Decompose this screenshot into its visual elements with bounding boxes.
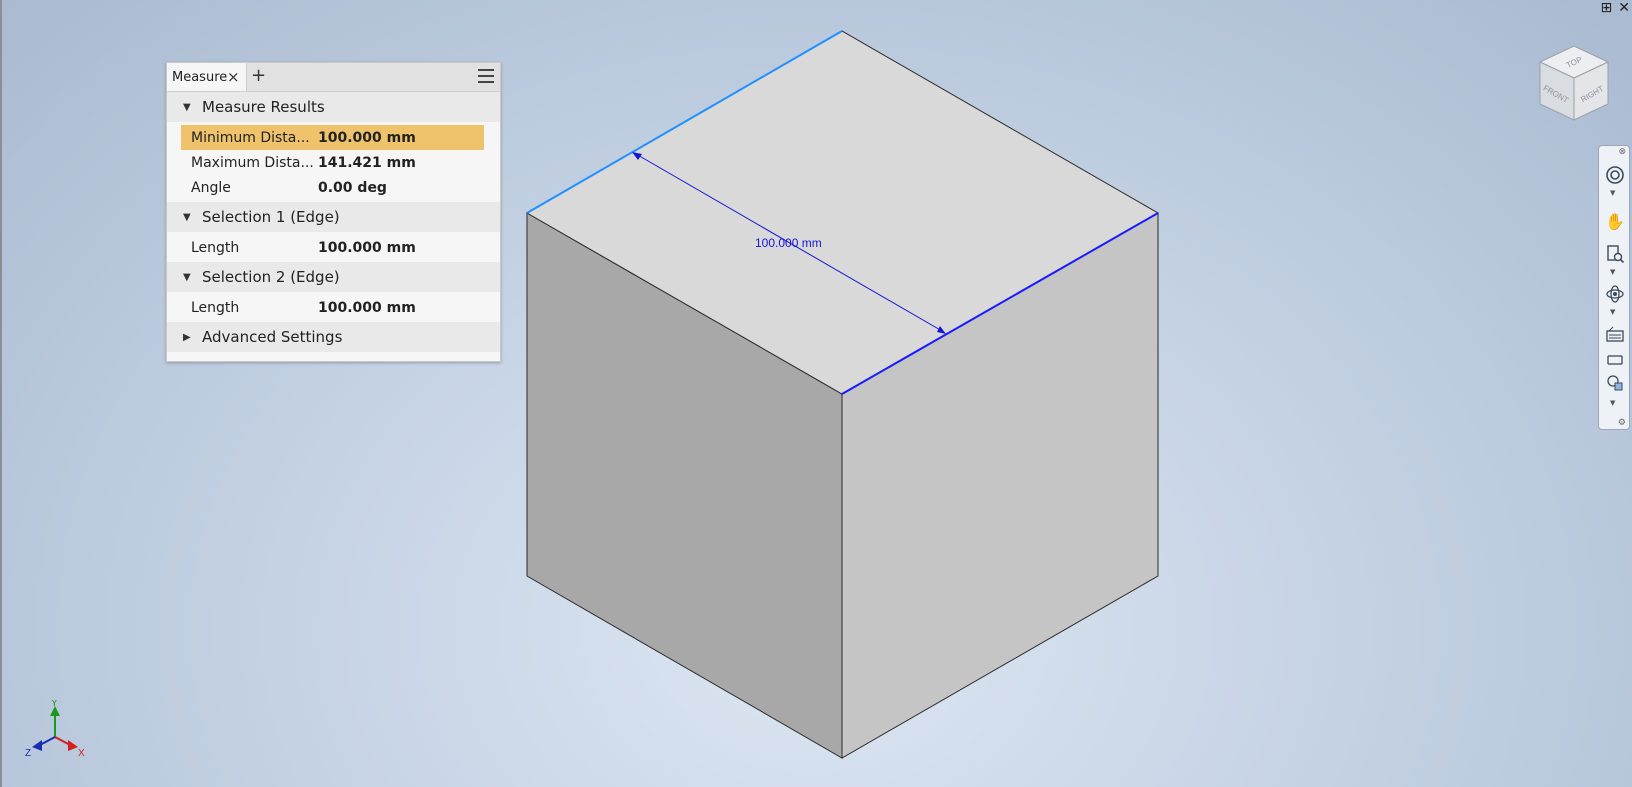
- section-advanced-settings[interactable]: ▶ Advanced Settings: [167, 322, 500, 352]
- navbar-close-icon[interactable]: ⊗: [1618, 147, 1626, 157]
- result-row-maximum-distance[interactable]: Maximum Dista... 141.421 mm: [181, 150, 484, 175]
- section-title: Selection 1 (Edge): [202, 208, 340, 226]
- full-navigation-icon[interactable]: [1604, 372, 1626, 394]
- axis-triad: Y X Z: [25, 700, 85, 759]
- tab-label: Measure: [172, 69, 228, 85]
- z-axis-label: Z: [25, 748, 31, 759]
- z-axis-arrow: [32, 740, 42, 751]
- result-row-minimum-distance[interactable]: Minimum Dista... 100.000 mm: [181, 125, 484, 150]
- result-row-angle[interactable]: Angle 0.00 deg: [181, 175, 484, 200]
- gear-icon[interactable]: ⚙: [1618, 418, 1626, 428]
- zoom-icon[interactable]: [1604, 243, 1626, 265]
- x-axis-arrow: [68, 740, 78, 751]
- dimension-label: 100.000 mm: [755, 236, 822, 250]
- expand-triangle-icon: ▼: [183, 211, 191, 223]
- chevron-down-icon[interactable]: ▼: [1610, 399, 1615, 407]
- row-value: 100.000 mm: [318, 129, 416, 146]
- row-label: Length: [191, 239, 240, 256]
- row-label: Angle: [191, 179, 231, 196]
- row-label: Maximum Dista...: [191, 154, 314, 171]
- chevron-down-icon[interactable]: ▼: [1610, 189, 1615, 197]
- row-label: Minimum Dista...: [191, 129, 310, 146]
- y-axis-label: Y: [51, 700, 58, 709]
- selection-2-length-row[interactable]: Length 100.000 mm: [181, 295, 484, 320]
- row-value: 100.000 mm: [318, 239, 416, 256]
- measure-results-rows: Minimum Dista... 100.000 mm Maximum Dist…: [167, 122, 500, 202]
- selection-1-length-row[interactable]: Length 100.000 mm: [181, 235, 484, 260]
- navigation-bar: ⊗ ▼ ✋ ▼ ▼ ▼ ⚙: [1598, 145, 1630, 430]
- window-controls: ⊞ ✕: [1601, 0, 1630, 16]
- section-selection-2[interactable]: ▼ Selection 2 (Edge): [167, 262, 500, 292]
- look-at-icon[interactable]: [1604, 324, 1626, 346]
- row-value: 0.00 deg: [318, 179, 387, 196]
- menu-icon[interactable]: [478, 69, 494, 83]
- expand-triangle-icon: ▼: [183, 271, 191, 283]
- chevron-down-icon[interactable]: ▼: [1610, 308, 1615, 316]
- steering-wheel-icon[interactable]: [1604, 164, 1626, 186]
- collapse-triangle-icon: ▶: [183, 331, 191, 343]
- section-title: Advanced Settings: [202, 328, 343, 346]
- selection-1-rows: Length 100.000 mm: [167, 232, 500, 262]
- close-window-icon[interactable]: ✕: [1618, 0, 1630, 16]
- add-tab-icon[interactable]: +: [251, 65, 266, 86]
- expand-triangle-icon: ▼: [183, 101, 191, 113]
- selection-2-rows: Length 100.000 mm: [167, 292, 500, 322]
- row-value: 100.000 mm: [318, 299, 416, 316]
- panel-tab-bar: Measure × +: [167, 63, 500, 92]
- graphics-viewport[interactable]: 100.000 mm ⊞ ✕ TOP FRONT RIGHT ⊗ ▼ ✋ ▼ ▼: [0, 0, 1632, 787]
- viewcube[interactable]: TOP FRONT RIGHT: [1530, 42, 1618, 130]
- section-measure-results[interactable]: ▼ Measure Results: [167, 92, 500, 122]
- chevron-down-icon[interactable]: ▼: [1610, 268, 1615, 276]
- row-label: Length: [191, 299, 240, 316]
- section-title: Measure Results: [202, 98, 325, 116]
- orbit-icon[interactable]: [1604, 283, 1626, 305]
- row-value: 141.421 mm: [318, 154, 416, 171]
- restore-layout-icon[interactable]: ⊞: [1601, 0, 1613, 16]
- section-title: Selection 2 (Edge): [202, 268, 340, 286]
- close-icon[interactable]: ×: [227, 68, 240, 86]
- walk-icon[interactable]: [1604, 349, 1626, 371]
- pan-icon[interactable]: ✋: [1604, 210, 1626, 232]
- section-selection-1[interactable]: ▼ Selection 1 (Edge): [167, 202, 500, 232]
- x-axis-label: X: [78, 748, 85, 759]
- measure-panel: Measure × + ▼ Measure Results Minimum Di…: [166, 62, 501, 362]
